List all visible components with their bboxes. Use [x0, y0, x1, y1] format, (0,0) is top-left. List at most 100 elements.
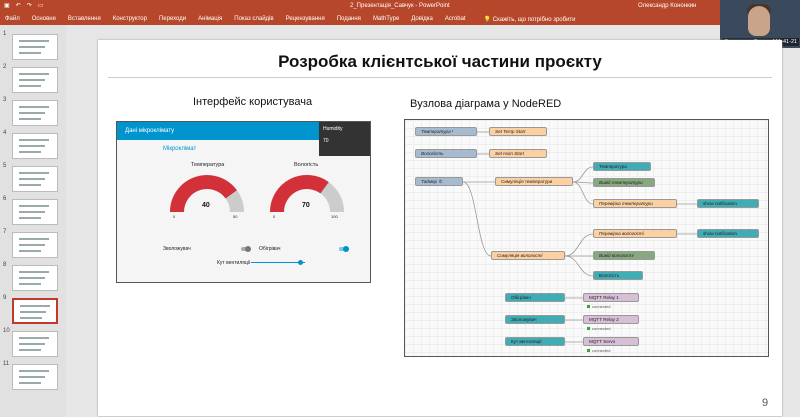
sim-temp-node[interactable]: Симуляція температури [495, 177, 573, 186]
humidifier-switch[interactable] [241, 246, 251, 252]
relay1-node[interactable]: MQTT Relay 1 [583, 293, 639, 302]
temp-debug-node[interactable]: Вивід температури [593, 178, 655, 187]
hum-gauge-node[interactable]: Вологість [593, 271, 643, 280]
tab-file[interactable]: Файл [5, 16, 20, 22]
title-bar: ▣ ↶ ↷ ▭ 2_Презентація_Савчук - PowerPoin… [0, 0, 800, 13]
tell-me-label: Скажіть, що потрібно зробити [492, 16, 576, 23]
slide-thumbnail[interactable]: 11 [0, 361, 66, 392]
slide-thumbnail-number: 9 [3, 295, 7, 301]
check-hum-node[interactable]: Перевірка вологості [593, 229, 677, 238]
set-temp-node[interactable]: Set Temp Start [489, 127, 547, 136]
nodered-subtitle[interactable]: Вузлова діаграма у NodeRED [410, 98, 561, 110]
gauge-temp-label: Температура [191, 162, 225, 168]
notify-hum-node[interactable]: show notification [697, 229, 759, 238]
popup-label: Humidity [323, 126, 343, 132]
slide-thumbnail[interactable]: 4 [0, 130, 66, 161]
slide-thumbnail-preview[interactable] [12, 199, 58, 225]
slide-thumbnail[interactable]: 5 [0, 163, 66, 194]
hum-debug-node[interactable]: Вивід вологості [593, 251, 655, 260]
slide-thumbnail-preview[interactable] [12, 364, 58, 390]
slide-thumbnail-number: 10 [3, 328, 10, 334]
ribbon-tabs: Файл Основне Вставлення Конструктор Пере… [0, 13, 800, 25]
humidifier-label: Зволожувач [163, 246, 191, 252]
lightbulb-icon: 💡 [483, 16, 492, 23]
slide-thumbnail[interactable]: 9 [0, 295, 66, 326]
notify-temp-node[interactable]: show notification [697, 199, 759, 208]
undo-icon[interactable]: ↶ [16, 2, 21, 9]
relay2-status: connected [587, 326, 610, 331]
tab-home[interactable]: Основне [32, 16, 56, 22]
redo-icon[interactable]: ↷ [27, 2, 32, 9]
check-temp-node[interactable]: Перевірка температури [593, 199, 677, 208]
slide-canvas[interactable]: Розробка клієнтської частини проєкту Інт… [98, 40, 782, 416]
slide-thumbnail[interactable]: 8 [0, 262, 66, 293]
slide-thumbnail-preview[interactable] [12, 34, 58, 60]
slide-thumbnail[interactable]: 3 [0, 97, 66, 128]
tab-transitions[interactable]: Переходи [159, 16, 186, 22]
slide-thumbnail-preview[interactable] [12, 166, 58, 192]
servo-node[interactable]: MQTT Servo [583, 337, 639, 346]
relay1-status: connected [587, 304, 610, 309]
quick-access-toolbar: ▣ ↶ ↷ ▭ [4, 2, 43, 9]
save-icon[interactable]: ▣ [4, 2, 10, 9]
tab-design[interactable]: Конструктор [113, 16, 147, 22]
vent-slider-track[interactable] [251, 262, 305, 263]
humidifier-switch-node[interactable]: Зволожувач [505, 315, 565, 324]
slide-thumbnail-preview[interactable] [12, 100, 58, 126]
timer-node[interactable]: Таймер ↻ [415, 177, 463, 186]
ui-subtitle[interactable]: Інтерфейс користувача [193, 96, 312, 108]
gauge-hum-min: 0 [273, 214, 276, 219]
slide-thumbnail[interactable]: 6 [0, 196, 66, 227]
tab-acrobat[interactable]: Acrobat [445, 16, 466, 22]
dashboard-screenshot[interactable]: Дані мікроклімату Humidity 70 Мікрокліма… [116, 121, 371, 283]
vent-slider-node[interactable]: Кут вентиляції [505, 337, 565, 346]
tab-view[interactable]: Подання [337, 16, 361, 22]
gauge-temp-min: 0 [173, 214, 176, 219]
heater-label: Обігрівач [259, 246, 281, 252]
tab-insert[interactable]: Вставлення [68, 16, 101, 22]
slide-thumbnail-number: 7 [3, 229, 7, 235]
slide-thumbnail-preview[interactable] [12, 265, 58, 291]
participant-face [748, 6, 770, 36]
group-title: Мікроклімат [163, 146, 197, 152]
gauge-hum-fill [270, 175, 329, 213]
tab-mathtype[interactable]: MathType [373, 16, 399, 22]
tell-me-box[interactable]: 💡 Скажіть, що потрібно зробити [484, 16, 576, 23]
tab-slideshow[interactable]: Показ слайдів [234, 16, 273, 22]
relay2-node[interactable]: MQTT Relay 2 [583, 315, 639, 324]
slide-thumbnail-number: 3 [3, 97, 7, 103]
document-title: 2_Презентація_Савчук - PowerPoint [350, 3, 450, 9]
slide-thumbnail-number: 5 [3, 163, 7, 169]
present-icon[interactable]: ▭ [38, 2, 44, 9]
gauge-temp [170, 175, 244, 213]
slide-thumbnail[interactable]: 7 [0, 229, 66, 260]
slide-thumbnail[interactable]: 1 [0, 31, 66, 62]
servo-status: connected [587, 348, 610, 353]
gauge-hum-value: 70 [302, 202, 310, 209]
inject-hum-node[interactable]: Вологість [415, 149, 477, 158]
slide-title[interactable]: Розробка клієнтської частини проєкту [98, 52, 782, 72]
vent-slider-knob[interactable] [297, 260, 303, 265]
slide-thumbnail-number: 8 [3, 262, 7, 268]
set-hum-node[interactable]: Set Hum Start [489, 149, 547, 158]
sim-hum-node[interactable]: Симуляція вологості [491, 251, 565, 260]
slide-thumbnail-number: 1 [3, 31, 7, 37]
slide-thumbnail-preview[interactable] [12, 67, 58, 93]
slide-thumbnail[interactable]: 10 [0, 328, 66, 359]
gauge-hum-max: 100 [331, 214, 338, 219]
tab-review[interactable]: Рецензування [286, 16, 325, 22]
nodered-flow-screenshot[interactable]: Температура ¹ Set Temp Start Вологість S… [404, 119, 769, 357]
slide-thumbnail-preview[interactable] [12, 298, 58, 324]
slide-thumbnail-preview[interactable] [12, 232, 58, 258]
gauge-hum [270, 175, 344, 213]
account-name[interactable]: Олександр Кононкин [638, 3, 696, 9]
tab-animations[interactable]: Анімація [198, 16, 222, 22]
slide-thumbnail-preview[interactable] [12, 133, 58, 159]
heater-switch[interactable] [339, 246, 349, 252]
temp-gauge-node[interactable]: Температура [593, 162, 651, 171]
slide-thumbnail[interactable]: 2 [0, 64, 66, 95]
inject-temp-node[interactable]: Температура ¹ [415, 127, 477, 136]
tab-help[interactable]: Довідка [411, 16, 433, 22]
slide-thumbnail-preview[interactable] [12, 331, 58, 357]
heater-switch-node[interactable]: Обігрівач [505, 293, 565, 302]
